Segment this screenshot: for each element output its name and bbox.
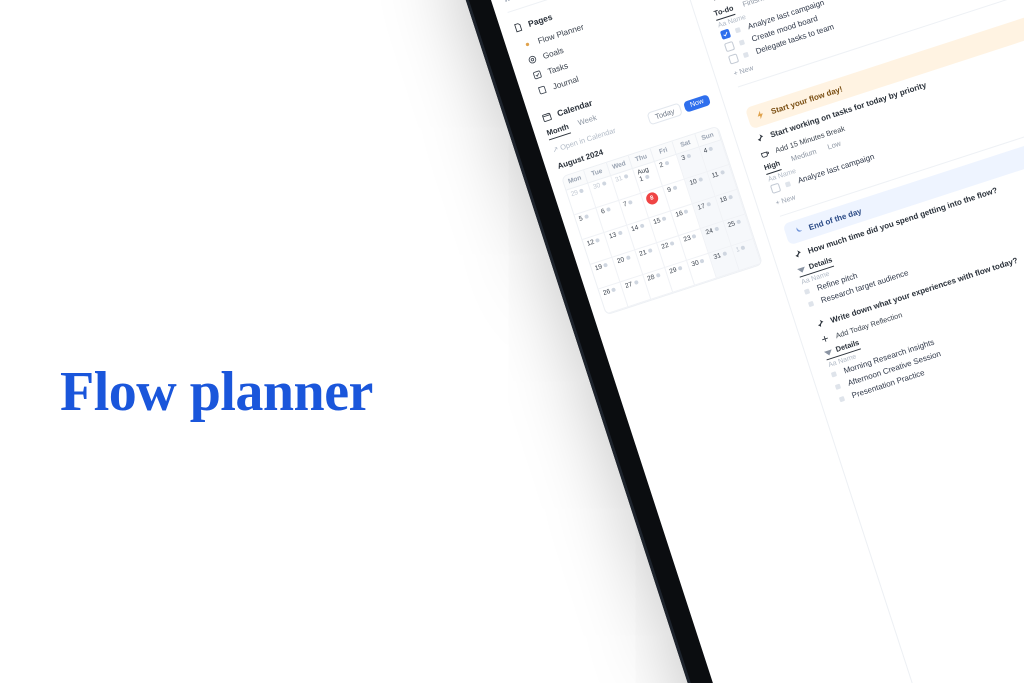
- more-icon: [503, 0, 516, 6]
- plus-icon: [819, 333, 832, 346]
- check-icon: [531, 69, 544, 82]
- bolt-icon: [754, 109, 767, 122]
- pin-icon: [708, 0, 721, 4]
- hero-text: Flow planner: [60, 360, 373, 424]
- pin-icon: [754, 132, 767, 145]
- pin-icon: [814, 317, 827, 330]
- tablet-device: Day @August 8, 2024 - Project Deep Dive …: [430, 0, 1024, 683]
- sun-icon: [521, 38, 534, 51]
- page-icon: [512, 21, 525, 34]
- moon-icon: [792, 225, 805, 238]
- tab-week[interactable]: Week: [577, 113, 599, 130]
- calendar-icon: [541, 111, 554, 124]
- now-button[interactable]: Now: [683, 94, 711, 113]
- target-icon: [526, 53, 539, 66]
- book-icon: [536, 84, 549, 97]
- coffee-icon: [758, 147, 771, 160]
- pin-icon: [791, 248, 804, 261]
